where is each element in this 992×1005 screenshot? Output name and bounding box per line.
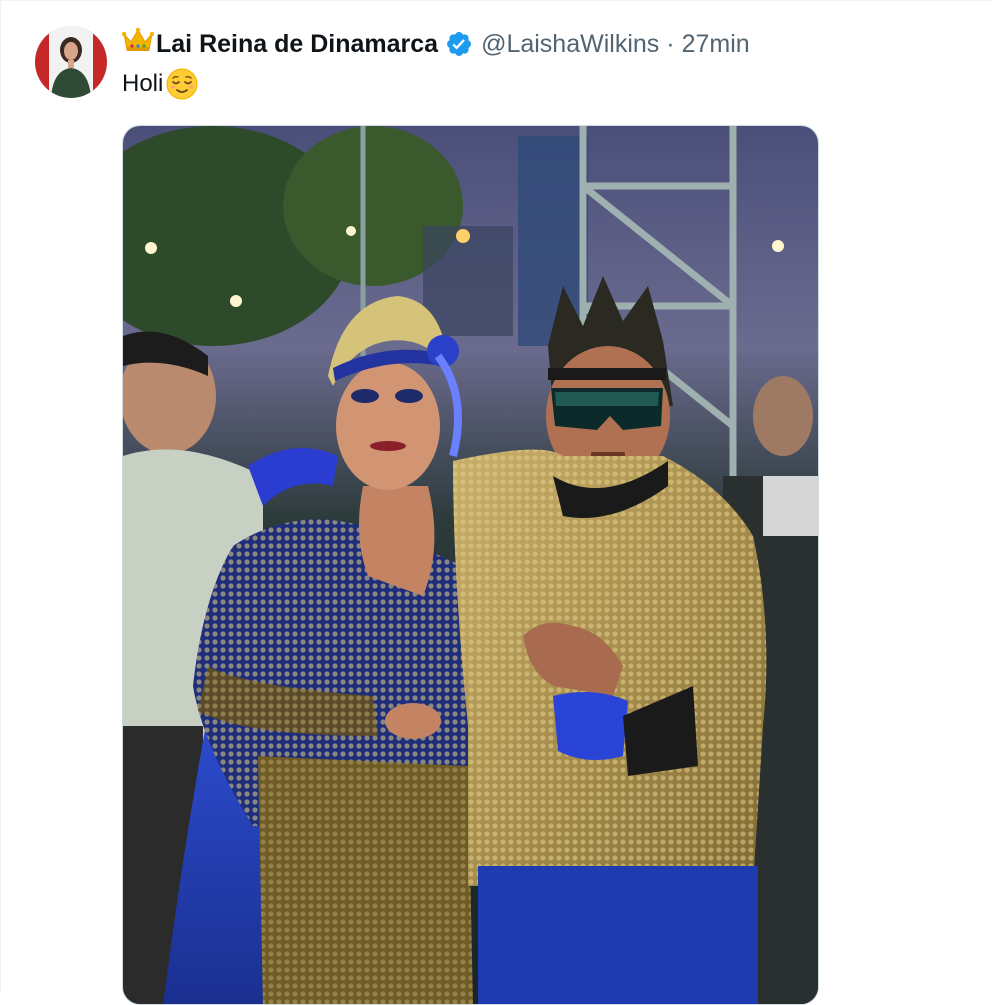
separator-dot: ·: [666, 30, 675, 58]
tweet-text: Holi: [122, 67, 199, 101]
author-display-name[interactable]: Lai Reina de Dinamarca: [156, 27, 438, 61]
tweet-header: Lai Reina de Dinamarca @LaishaWilkins · …: [121, 26, 750, 63]
tweet-text-content: Holi: [122, 70, 164, 97]
author-avatar[interactable]: [35, 26, 107, 98]
photo-image: [123, 126, 818, 1004]
tweet-timestamp[interactable]: 27min: [682, 27, 750, 61]
crown-icon: [121, 26, 155, 63]
verified-badge-icon[interactable]: [445, 30, 473, 58]
author-handle[interactable]: @LaishaWilkins: [481, 27, 659, 61]
relieved-face-icon: [165, 67, 199, 101]
avatar-image: [35, 26, 107, 98]
tweet-card[interactable]: Lai Reina de Dinamarca @LaishaWilkins · …: [0, 0, 992, 1005]
tweet-photo[interactable]: [122, 125, 819, 1005]
